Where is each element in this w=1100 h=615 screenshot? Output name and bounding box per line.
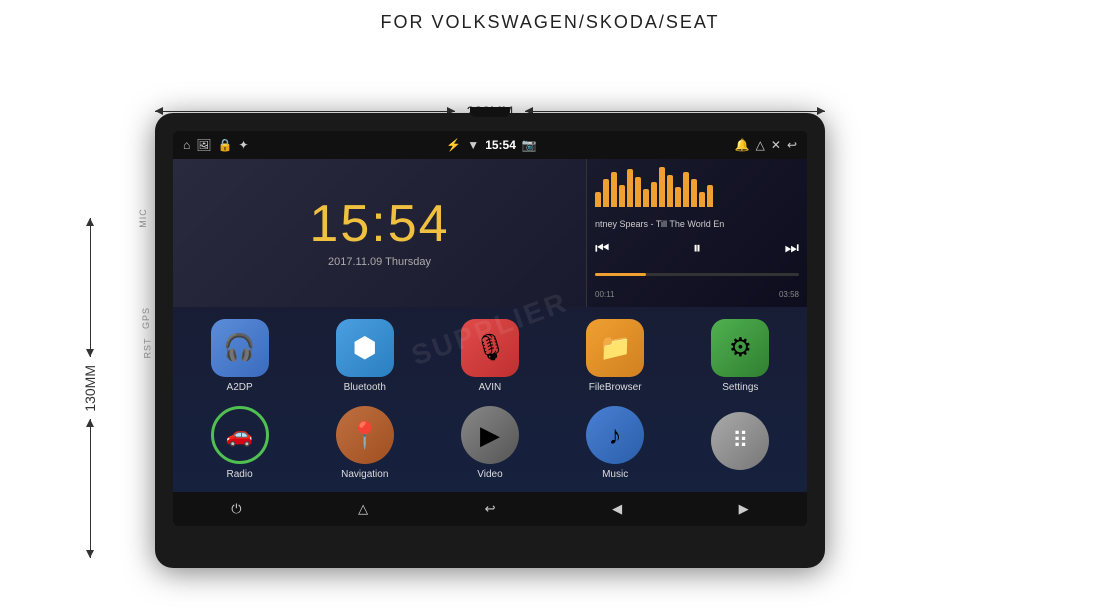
music-widget[interactable]: ntney Spears - Till The World En ⏮ ⏸ ⏭ 0… [587,159,807,307]
dimension-v-line: 130MM [82,218,98,558]
dim-v-arrow-bottom [90,419,91,558]
app-a2dp[interactable]: 🎧 A2DP [211,319,269,393]
device-bump [470,107,510,117]
power-button[interactable]: ⏻ [231,501,241,517]
dimension-v-label: 130MM [82,357,98,420]
home-icon[interactable]: ⌂ [183,138,190,152]
status-bar: ⌂ 🖼 🔒 ✦ ⚡ ▼ 15:54 📷 🔔 △ ✕ ↩ [173,131,807,159]
time-elapsed: 00:11 [595,290,614,299]
clock-widget: 15:54 2017.11.09 Thursday [173,159,587,307]
app-filebrowser-icon: 📁 [586,319,644,377]
eject-icon: △ [756,138,765,152]
app-bluetooth-label: Bluetooth [344,382,386,393]
app-music-icon: ♪ [586,406,644,464]
music-title: ntney Spears - Till The World En [595,219,799,229]
app-more-icon: ⠿ [711,412,769,470]
label-mic: MIC [138,208,148,228]
bluetooth-status-icon: ⚡ [446,138,461,152]
app-settings-icon: ⚙ [711,319,769,377]
clock-time: 15:54 [309,198,449,250]
app-nav-icon: 📍 [336,406,394,464]
app-radio-label: Radio [227,469,253,480]
app-filebrowser-label: FileBrowser [589,382,642,393]
next-button[interactable]: ⏭ [785,240,799,258]
wifi-icon: ▼ [467,138,479,152]
lock-icon: 🔒 [217,138,232,152]
app-music-label: Music [602,469,628,480]
app-bluetooth-icon: ⬢ [336,319,394,377]
status-time: 15:54 [485,138,516,152]
app-video-icon: ▶ [461,406,519,464]
nav-bar: ⏻ △ ↩ ◀ ▶ [173,492,807,526]
label-rst: RST [143,338,153,359]
play-pause-button[interactable]: ⏸ [693,240,701,258]
app-radio[interactable]: 🚗 Radio [211,406,269,480]
equalizer [595,167,799,207]
prev-button[interactable]: ⏮ [595,240,609,258]
volume-icon[interactable]: 🔔 [735,138,750,152]
app-nav-label: Navigation [341,469,388,480]
dim-v-arrow-top [90,218,91,357]
apps-row-1: 🎧 A2DP ⬢ Bluetooth 🎙 AVIN 📁 [177,315,803,397]
screen: ⌂ 🖼 🔒 ✦ ⚡ ▼ 15:54 📷 🔔 △ ✕ ↩ [173,131,807,526]
app-avin[interactable]: 🎙 AVIN [461,319,519,393]
page-title: FOR VOLKSWAGEN/SKODA/SEAT [0,0,1100,33]
device: MIC GPS RST ⌂ 🖼 🔒 ✦ ⚡ ▼ 15:54 📷 [155,113,825,568]
app-radio-icon: 🚗 [211,406,269,464]
status-center: ⚡ ▼ 15:54 📷 [446,138,537,152]
app-bluetooth[interactable]: ⬢ Bluetooth [336,319,394,393]
close-icon[interactable]: ✕ [771,138,781,152]
widgets-row: 15:54 2017.11.09 Thursday ntney Spears -… [173,159,807,307]
music-controls: ⏮ ⏸ ⏭ [595,240,799,258]
label-gps: GPS [141,307,151,329]
app-settings-label: Settings [722,382,758,393]
app-a2dp-icon: 🎧 [211,319,269,377]
app-video[interactable]: ▶ Video [461,406,519,480]
next-nav-button[interactable]: ▶ [739,501,749,517]
dim-h-arrow-right [525,111,825,112]
app-navigation[interactable]: 📍 Navigation [336,406,394,480]
app-settings[interactable]: ⚙ Settings [711,319,769,393]
music-progress: 00:11 03:58 [595,290,799,299]
progress-fill [595,273,646,276]
usb-icon: ✦ [238,138,248,152]
prev-nav-button[interactable]: ◀ [612,501,622,517]
time-total: 03:58 [779,290,799,299]
app-avin-label: AVIN [479,382,502,393]
clock-date: 2017.11.09 Thursday [328,256,431,268]
status-right: 🔔 △ ✕ ↩ [735,138,797,152]
apps-row-2: 🚗 Radio 📍 Navigation ▶ Video [177,403,803,485]
main-content: 15:54 2017.11.09 Thursday ntney Spears -… [173,159,807,492]
status-left: ⌂ 🖼 🔒 ✦ [183,138,249,152]
home-nav-button[interactable]: △ [358,501,368,517]
app-a2dp-label: A2DP [227,382,253,393]
dim-h-arrow-left [155,111,455,112]
diagram-container: 220MM 130MM MIC GPS RST ⌂ 🖼 🔒 ✦ ⚡ [0,38,1100,608]
app-filebrowser[interactable]: 📁 FileBrowser [586,319,644,393]
image-icon: 🖼 [196,138,211,152]
apps-grid: 🎧 A2DP ⬢ Bluetooth 🎙 AVIN 📁 [173,307,807,492]
camera-icon: 📷 [522,138,537,152]
android-back-icon[interactable]: ↩ [787,138,797,152]
app-avin-icon: 🎙 [461,319,519,377]
app-video-label: Video [477,469,502,480]
app-music[interactable]: ♪ Music [586,406,644,480]
app-more[interactable]: ⠿ [711,412,769,475]
progress-bar[interactable] [595,273,799,276]
back-nav-button[interactable]: ↩ [485,501,496,517]
